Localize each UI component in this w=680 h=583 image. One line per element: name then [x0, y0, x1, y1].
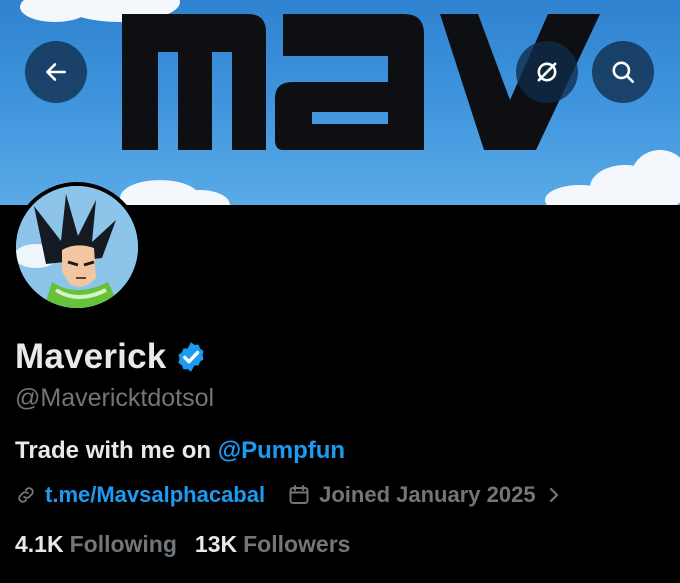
verified-badge-icon[interactable]	[174, 340, 208, 374]
profile-website-link[interactable]: t.me/Mavsalphacabal	[45, 482, 265, 508]
followers-link[interactable]: 13K Followers	[195, 531, 351, 558]
notifications-off-icon	[537, 62, 557, 82]
notifications-button[interactable]	[516, 41, 578, 103]
calendar-icon	[289, 485, 309, 504]
username-handle: @Mavericktdotsol	[15, 384, 215, 412]
followers-label: Followers	[243, 531, 351, 557]
following-link[interactable]: 4.1K Following	[15, 531, 177, 558]
bio-text: Trade with me on	[15, 437, 218, 464]
arrow-left-icon	[46, 63, 66, 81]
following-label: Following	[69, 531, 177, 557]
profile-meta: t.me/Mavsalphacabal Joined January 2025	[15, 482, 562, 508]
search-button[interactable]	[592, 41, 654, 103]
joined-date: Joined January 2025	[319, 482, 536, 507]
bio-mention-link[interactable]: @Pumpfun	[218, 437, 345, 464]
link-icon	[18, 487, 34, 503]
chevron-right-icon[interactable]	[546, 485, 562, 505]
avatar-image	[16, 186, 138, 308]
mav-logo	[122, 14, 600, 150]
back-button[interactable]	[25, 41, 87, 103]
display-name-row: Maverick	[15, 337, 208, 377]
followers-count: 13K	[194, 531, 238, 557]
search-icon	[612, 61, 635, 84]
profile-bio: Trade with me on @Pumpfun	[15, 437, 345, 465]
follow-stats: 4.1K Following 13K Followers	[15, 531, 350, 558]
avatar[interactable]	[12, 182, 142, 312]
profile-banner[interactable]	[0, 0, 680, 205]
following-count: 4.1K	[15, 531, 64, 557]
display-name: Maverick	[15, 337, 167, 376]
